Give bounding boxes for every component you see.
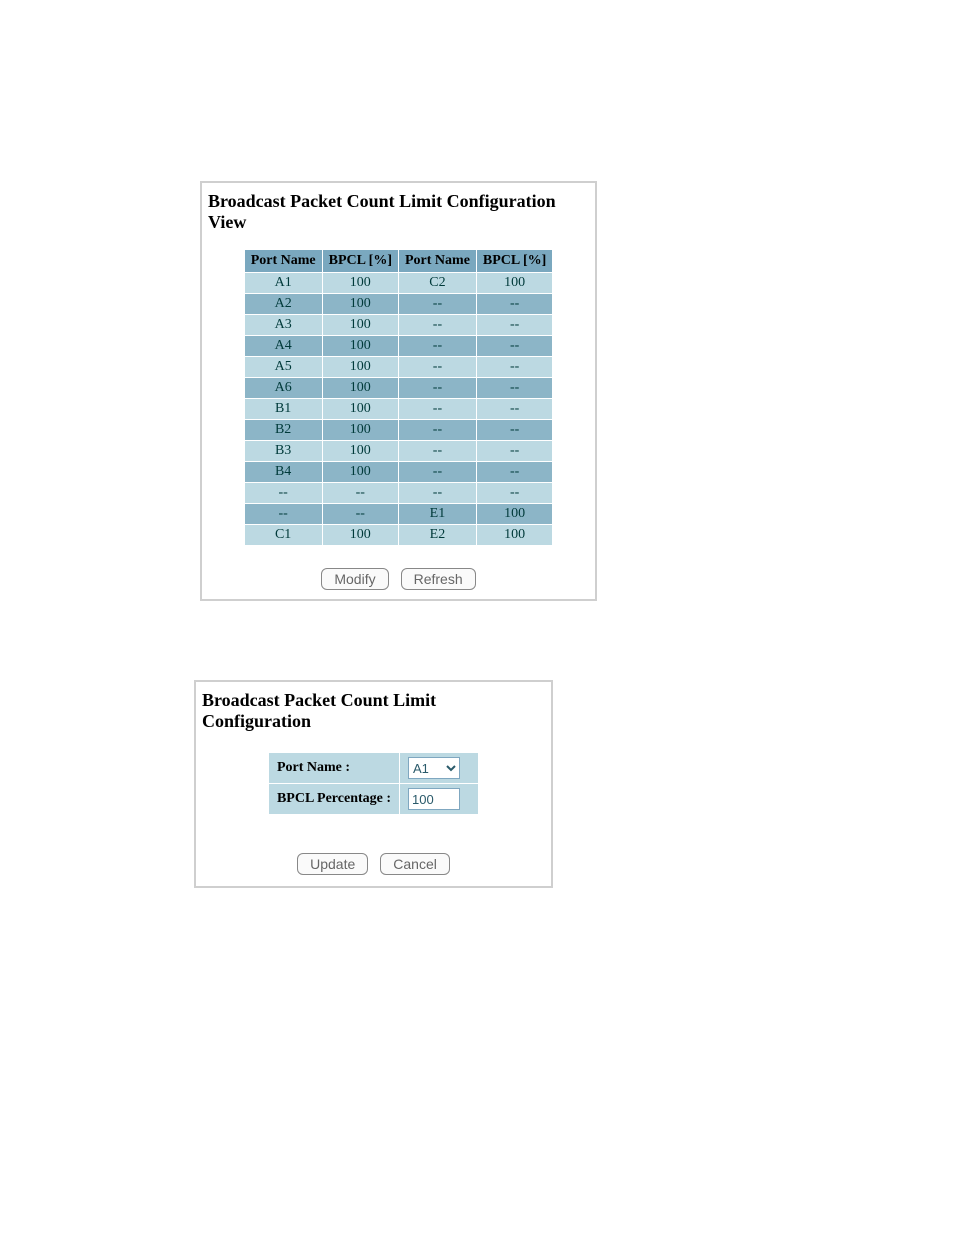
view-button-row: Modify Refresh <box>202 568 595 590</box>
cell-port-name: -- <box>399 441 477 462</box>
table-row: B2 100 -- -- <box>244 420 553 441</box>
cell-port-name: C2 <box>399 273 477 294</box>
cell-port-name: -- <box>399 336 477 357</box>
bpcl-pct-input[interactable] <box>408 788 460 810</box>
bpcl-table-header-row: Port Name BPCL [%] Port Name BPCL [%] <box>244 250 553 273</box>
cell-bpcl: -- <box>322 483 398 504</box>
bpcl-config-panel: Broadcast Packet Count Limit Configurati… <box>194 680 553 888</box>
table-row: A3 100 -- -- <box>244 315 553 336</box>
port-name-select[interactable]: A1 <box>408 757 460 779</box>
cell-port-name: A5 <box>244 357 322 378</box>
cell-port-name: -- <box>399 483 477 504</box>
cell-bpcl: -- <box>476 441 552 462</box>
table-row: B4 100 -- -- <box>244 462 553 483</box>
cell-bpcl: -- <box>476 483 552 504</box>
cell-port-name: B1 <box>244 399 322 420</box>
cell-port-name: -- <box>399 420 477 441</box>
bpcl-pct-label: BPCL Percentage : <box>268 784 399 815</box>
cell-bpcl: -- <box>322 504 398 525</box>
bpcl-view-panel: Broadcast Packet Count Limit Configurati… <box>200 181 597 601</box>
cell-bpcl: 100 <box>476 525 552 546</box>
cell-port-name: -- <box>399 378 477 399</box>
cell-port-name: E1 <box>399 504 477 525</box>
cell-port-name: -- <box>399 294 477 315</box>
col-port-name-2: Port Name <box>399 250 477 273</box>
cell-port-name: B2 <box>244 420 322 441</box>
cell-port-name: B4 <box>244 462 322 483</box>
cell-port-name: A1 <box>244 273 322 294</box>
cell-bpcl: -- <box>476 357 552 378</box>
update-button[interactable]: Update <box>297 853 368 875</box>
cell-bpcl: -- <box>476 336 552 357</box>
cell-port-name: A4 <box>244 336 322 357</box>
cell-bpcl: -- <box>476 462 552 483</box>
cell-bpcl: 100 <box>322 336 398 357</box>
cell-port-name: C1 <box>244 525 322 546</box>
cell-bpcl: -- <box>476 420 552 441</box>
cell-port-name: -- <box>399 357 477 378</box>
col-bpcl-2: BPCL [%] <box>476 250 552 273</box>
bpcl-view-title: Broadcast Packet Count Limit Configurati… <box>202 183 595 243</box>
config-button-row: Update Cancel <box>196 853 551 875</box>
cell-bpcl: -- <box>476 399 552 420</box>
cell-bpcl: 100 <box>322 441 398 462</box>
table-row: -- -- E1 100 <box>244 504 553 525</box>
refresh-button[interactable]: Refresh <box>401 568 476 590</box>
cell-port-name: -- <box>399 462 477 483</box>
cell-bpcl: 100 <box>322 399 398 420</box>
cell-bpcl: 100 <box>322 525 398 546</box>
table-row: B3 100 -- -- <box>244 441 553 462</box>
cell-bpcl: 100 <box>322 420 398 441</box>
table-row: A4 100 -- -- <box>244 336 553 357</box>
cell-bpcl: 100 <box>322 462 398 483</box>
cell-bpcl: 100 <box>322 315 398 336</box>
col-port-name-1: Port Name <box>244 250 322 273</box>
cell-port-name: A6 <box>244 378 322 399</box>
cell-port-name: B3 <box>244 441 322 462</box>
cell-bpcl: 100 <box>476 273 552 294</box>
table-row: A2 100 -- -- <box>244 294 553 315</box>
cell-port-name: E2 <box>399 525 477 546</box>
cell-port-name: A3 <box>244 315 322 336</box>
table-row: B1 100 -- -- <box>244 399 553 420</box>
col-bpcl-1: BPCL [%] <box>322 250 398 273</box>
bpcl-table: Port Name BPCL [%] Port Name BPCL [%] A1… <box>244 249 554 546</box>
cell-port-name: -- <box>244 504 322 525</box>
cell-bpcl: -- <box>476 315 552 336</box>
bpcl-config-form: Port Name : A1 BPCL Percentage : <box>268 752 479 815</box>
cell-bpcl: 100 <box>476 504 552 525</box>
cell-port-name: -- <box>399 315 477 336</box>
cell-bpcl: 100 <box>322 378 398 399</box>
table-row: -- -- -- -- <box>244 483 553 504</box>
table-row: A1 100 C2 100 <box>244 273 553 294</box>
table-row: C1 100 E2 100 <box>244 525 553 546</box>
cell-port-name: A2 <box>244 294 322 315</box>
table-row: A6 100 -- -- <box>244 378 553 399</box>
table-row: A5 100 -- -- <box>244 357 553 378</box>
form-row-bpcl-pct: BPCL Percentage : <box>268 784 478 815</box>
cancel-button[interactable]: Cancel <box>380 853 450 875</box>
cell-bpcl: -- <box>476 294 552 315</box>
modify-button[interactable]: Modify <box>321 568 388 590</box>
cell-bpcl: -- <box>476 378 552 399</box>
cell-bpcl: 100 <box>322 294 398 315</box>
bpcl-config-title: Broadcast Packet Count Limit Configurati… <box>196 682 551 742</box>
form-row-port-name: Port Name : A1 <box>268 753 478 784</box>
cell-bpcl: 100 <box>322 273 398 294</box>
cell-port-name: -- <box>244 483 322 504</box>
port-name-label: Port Name : <box>268 753 399 784</box>
cell-port-name: -- <box>399 399 477 420</box>
cell-bpcl: 100 <box>322 357 398 378</box>
